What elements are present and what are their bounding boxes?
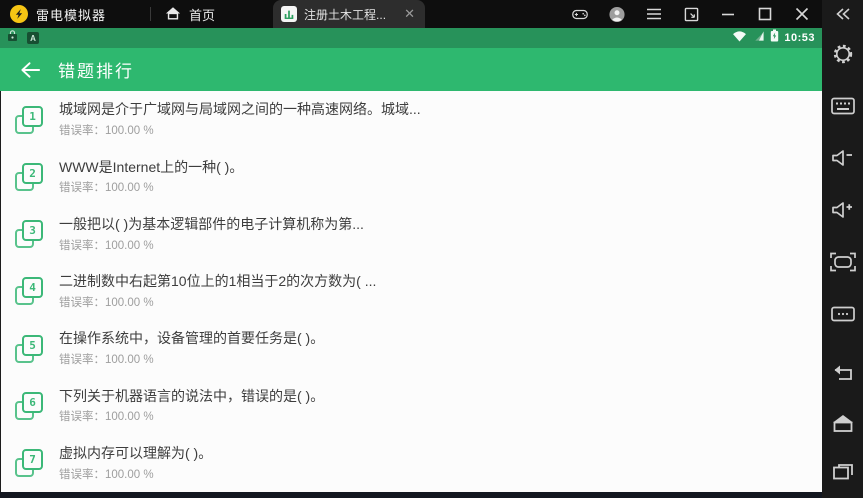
question-title: 城域网是介于广域网与局域网之间的一种高速网络。城域... xyxy=(59,101,421,118)
volume-down-icon[interactable] xyxy=(822,132,863,184)
question-text-block: 二进制数中右起第10位上的1相当于2的次方数为( ... 错误率：100.00 … xyxy=(59,273,376,310)
android-back-button[interactable] xyxy=(822,348,863,398)
app-tab-icon xyxy=(281,6,297,22)
list-item[interactable]: 3 一般把以( )为基本逻辑部件的电子计算机称为第... 错误率：100.00 … xyxy=(1,206,822,263)
status-bar-indicators: 10:53 xyxy=(732,29,815,47)
window-bottom-edge xyxy=(0,492,822,498)
emulator-main-area: 雷电模拟器 首页 注册土木工程... ✕ xyxy=(0,0,822,498)
android-recents-button[interactable] xyxy=(822,448,863,498)
app-name: 雷电模拟器 xyxy=(36,5,106,24)
question-text-block: WWW是Internet上的一种( )。 错误率：100.00 % xyxy=(59,159,243,196)
clock-text: 10:53 xyxy=(784,32,815,44)
close-window-icon[interactable] xyxy=(794,6,810,22)
resize-window-icon[interactable] xyxy=(683,6,699,22)
tab-close-icon[interactable]: ✕ xyxy=(402,6,417,22)
question-number-icon: 3 xyxy=(15,220,43,248)
question-number-icon: 4 xyxy=(15,277,43,305)
question-title: WWW是Internet上的一种( )。 xyxy=(59,159,243,176)
home-icon xyxy=(165,6,181,23)
collapse-sidebar-button[interactable] xyxy=(822,0,863,28)
question-number: 5 xyxy=(29,339,36,352)
lock-badge-icon xyxy=(7,29,18,47)
status-bar-notifications: A xyxy=(7,29,39,47)
question-title: 二进制数中右起第10位上的1相当于2的次方数为( ... xyxy=(59,273,376,290)
battery-charging-icon xyxy=(770,29,779,47)
account-avatar-icon[interactable] xyxy=(609,6,625,22)
question-text-block: 城域网是介于广域网与局域网之间的一种高速网络。城域... 错误率：100.00 … xyxy=(59,101,421,138)
question-text-block: 一般把以( )为基本逻辑部件的电子计算机称为第... 错误率：100.00 % xyxy=(59,216,364,253)
error-rate: 错误率：100.00 % xyxy=(59,294,376,310)
question-title: 在操作系统中，设备管理的首要任务是( )。 xyxy=(59,330,324,347)
question-title: 虚拟内存可以理解为( )。 xyxy=(59,445,212,462)
error-rate: 错误率：100.00 % xyxy=(59,122,421,138)
titlebar: 雷电模拟器 首页 注册土木工程... ✕ xyxy=(0,0,822,28)
home-tab[interactable]: 首页 xyxy=(165,5,215,24)
more-tools-icon[interactable] xyxy=(822,288,863,340)
error-rate: 错误率：100.00 % xyxy=(59,351,324,367)
maximize-icon[interactable] xyxy=(757,6,773,22)
list-item[interactable]: 4 二进制数中右起第10位上的1相当于2的次方数为( ... 错误率：100.0… xyxy=(1,263,822,320)
menu-icon[interactable] xyxy=(646,6,662,22)
android-home-button[interactable] xyxy=(822,398,863,448)
question-number-icon: 7 xyxy=(15,449,43,477)
question-text-block: 下列关于机器语言的说法中，错误的是( )。 错误率：100.00 % xyxy=(59,388,324,425)
question-number: 2 xyxy=(29,167,36,180)
gamepad-icon[interactable] xyxy=(572,6,588,22)
error-rate: 错误率：100.00 % xyxy=(59,408,324,424)
active-app-tab[interactable]: 注册土木工程... ✕ xyxy=(273,0,425,28)
number-icon-front-layer: 5 xyxy=(22,335,43,356)
fullscreen-icon[interactable] xyxy=(822,236,863,288)
question-text-block: 虚拟内存可以理解为( )。 错误率：100.00 % xyxy=(59,445,212,482)
list-item[interactable]: 7 虚拟内存可以理解为( )。 错误率：100.00 % xyxy=(1,435,822,492)
question-number: 6 xyxy=(29,396,36,409)
question-title: 一般把以( )为基本逻辑部件的电子计算机称为第... xyxy=(59,216,364,233)
question-title: 下列关于机器语言的说法中，错误的是( )。 xyxy=(59,388,324,405)
error-rate: 错误率：100.00 % xyxy=(59,179,243,195)
number-icon-front-layer: 1 xyxy=(22,106,43,127)
emulator-window: 雷电模拟器 首页 注册土木工程... ✕ xyxy=(0,0,863,498)
cellular-signal-icon xyxy=(752,29,765,47)
home-tab-label: 首页 xyxy=(189,5,215,24)
app-header: 错题排行 xyxy=(0,48,822,91)
error-rate: 错误率：100.00 % xyxy=(59,237,364,253)
a-app-badge-icon: A xyxy=(27,32,39,44)
question-number-icon: 1 xyxy=(15,106,43,134)
number-icon-front-layer: 2 xyxy=(22,163,43,184)
question-number: 3 xyxy=(29,224,36,237)
list-item[interactable]: 2 WWW是Internet上的一种( )。 错误率：100.00 % xyxy=(1,148,822,205)
back-arrow-icon[interactable] xyxy=(18,58,42,82)
list-item[interactable]: 1 城域网是介于广域网与局域网之间的一种高速网络。城域... 错误率：100.0… xyxy=(1,91,822,148)
wifi-icon xyxy=(732,29,747,47)
question-number-icon: 2 xyxy=(15,163,43,191)
number-icon-front-layer: 7 xyxy=(22,449,43,470)
titlebar-divider xyxy=(150,7,151,21)
window-controls xyxy=(572,6,822,22)
android-status-bar: A 10:53 xyxy=(0,28,822,48)
question-number: 4 xyxy=(29,281,36,294)
number-icon-front-layer: 3 xyxy=(22,220,43,241)
settings-gear-icon[interactable] xyxy=(822,28,863,80)
question-number: 7 xyxy=(29,453,36,466)
page-title: 错题排行 xyxy=(58,57,134,82)
minimize-icon[interactable] xyxy=(720,6,736,22)
question-text-block: 在操作系统中，设备管理的首要任务是( )。 错误率：100.00 % xyxy=(59,330,324,367)
emulator-sidebar xyxy=(822,0,863,498)
volume-up-icon[interactable] xyxy=(822,184,863,236)
ldplayer-logo-icon xyxy=(10,5,28,23)
keyboard-icon[interactable] xyxy=(822,80,863,132)
app-tab-title: 注册土木工程... xyxy=(304,6,395,23)
error-rate: 错误率：100.00 % xyxy=(59,466,212,482)
number-icon-front-layer: 6 xyxy=(22,392,43,413)
list-item[interactable]: 6 下列关于机器语言的说法中，错误的是( )。 错误率：100.00 % xyxy=(1,377,822,434)
question-number-icon: 5 xyxy=(15,335,43,363)
question-number-icon: 6 xyxy=(15,392,43,420)
number-icon-front-layer: 4 xyxy=(22,277,43,298)
question-number: 1 xyxy=(29,110,36,123)
list-item[interactable]: 5 在操作系统中，设备管理的首要任务是( )。 错误率：100.00 % xyxy=(1,320,822,377)
wrong-question-list: 1 城域网是介于广域网与局域网之间的一种高速网络。城域... 错误率：100.0… xyxy=(0,91,822,492)
